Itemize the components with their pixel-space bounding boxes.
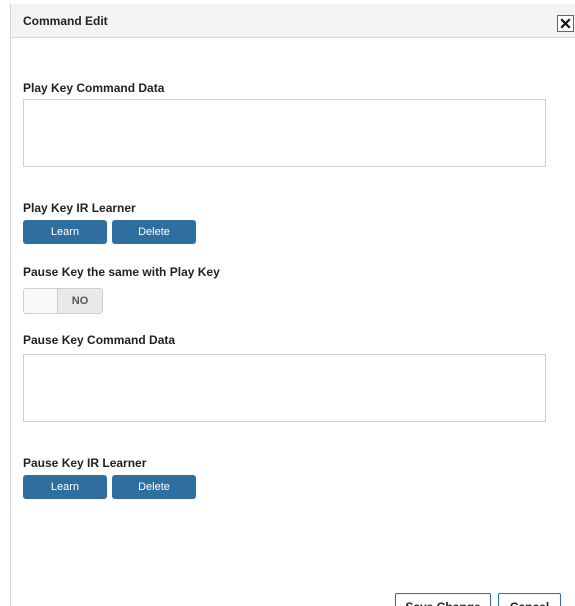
save-change-button[interactable]: Save Change [395,593,491,606]
play-delete-button[interactable]: Delete [112,220,196,244]
toggle-knob [24,289,58,313]
dialog-title: Command Edit [23,14,108,28]
cancel-button[interactable]: Cancel [498,593,561,606]
pause-command-label: Pause Key Command Data [23,333,176,347]
play-command-label: Play Key Command Data [23,81,165,95]
play-ir-label: Play Key IR Learner [23,201,136,215]
pause-same-label: Pause Key the same with Play Key [23,265,220,279]
pause-same-toggle[interactable]: NO [23,288,103,314]
pause-command-input[interactable] [23,354,546,422]
pause-delete-button[interactable]: Delete [112,475,196,499]
pause-learn-button[interactable]: Learn [23,475,107,499]
toggle-state: NO [71,295,89,307]
play-learn-button[interactable]: Learn [23,220,107,244]
play-command-input[interactable] [23,99,546,167]
dialog-titlebar: Command Edit [11,4,575,38]
command-edit-dialog: Command Edit Play Key Command Data Play … [10,4,575,606]
close-button[interactable] [557,15,574,32]
close-icon [560,18,571,29]
pause-ir-label: Pause Key IR Learner [23,456,147,470]
